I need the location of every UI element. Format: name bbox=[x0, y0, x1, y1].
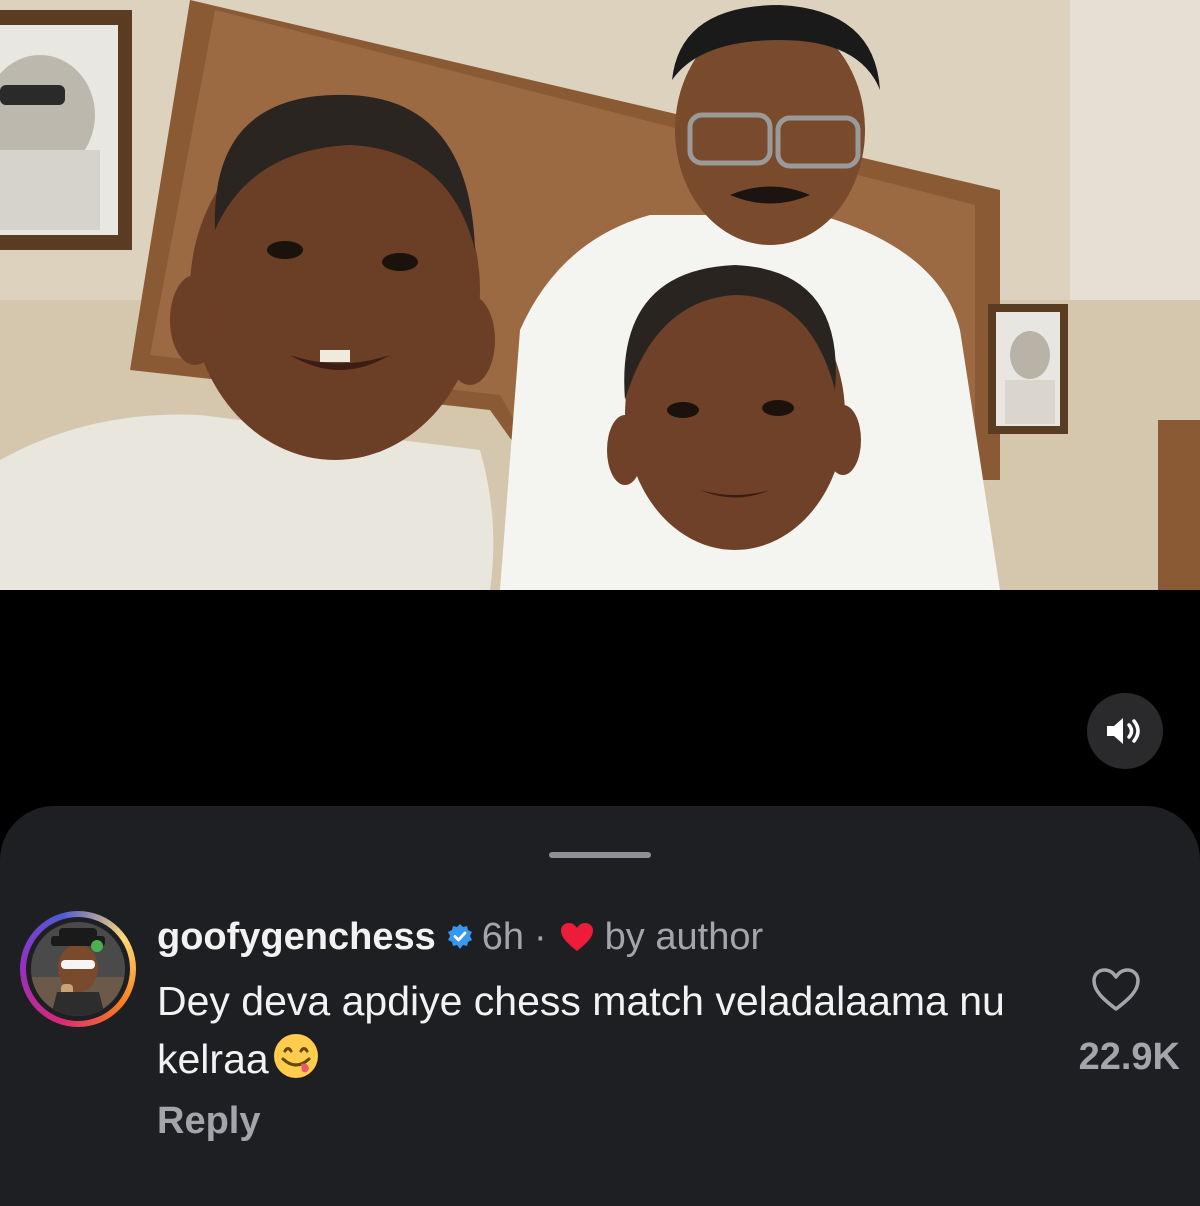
comment-text: Dey deva apdiye chess match veladalaama … bbox=[157, 972, 1017, 1096]
video-frame bbox=[0, 0, 1200, 590]
meta-separator: · bbox=[534, 915, 547, 958]
comment-time: 6h bbox=[481, 915, 525, 958]
sound-toggle-button[interactable] bbox=[1087, 693, 1163, 769]
heart-outline-icon bbox=[1092, 968, 1140, 1011]
comment-meta: goofygenchess 6h · by author bbox=[157, 912, 763, 962]
video-letterbox bbox=[0, 590, 1200, 820]
face-savoring-food-emoji bbox=[271, 1031, 321, 1096]
speaker-volume-icon bbox=[1107, 718, 1140, 744]
heart-filled-icon bbox=[559, 921, 595, 953]
avatar-image bbox=[31, 922, 125, 1016]
sheet-grab-handle[interactable] bbox=[549, 852, 651, 858]
reply-button[interactable]: Reply bbox=[157, 1100, 260, 1143]
comment-username[interactable]: goofygenchess bbox=[157, 916, 436, 959]
avatar bbox=[31, 922, 125, 1016]
verified-badge-icon bbox=[446, 923, 474, 951]
like-count: 22.9K bbox=[1078, 1036, 1180, 1078]
avatar-story-ring[interactable] bbox=[20, 911, 136, 1027]
like-button[interactable] bbox=[1091, 967, 1141, 1018]
liked-by-author-label: by author bbox=[604, 915, 764, 958]
video-player[interactable] bbox=[0, 0, 1200, 590]
